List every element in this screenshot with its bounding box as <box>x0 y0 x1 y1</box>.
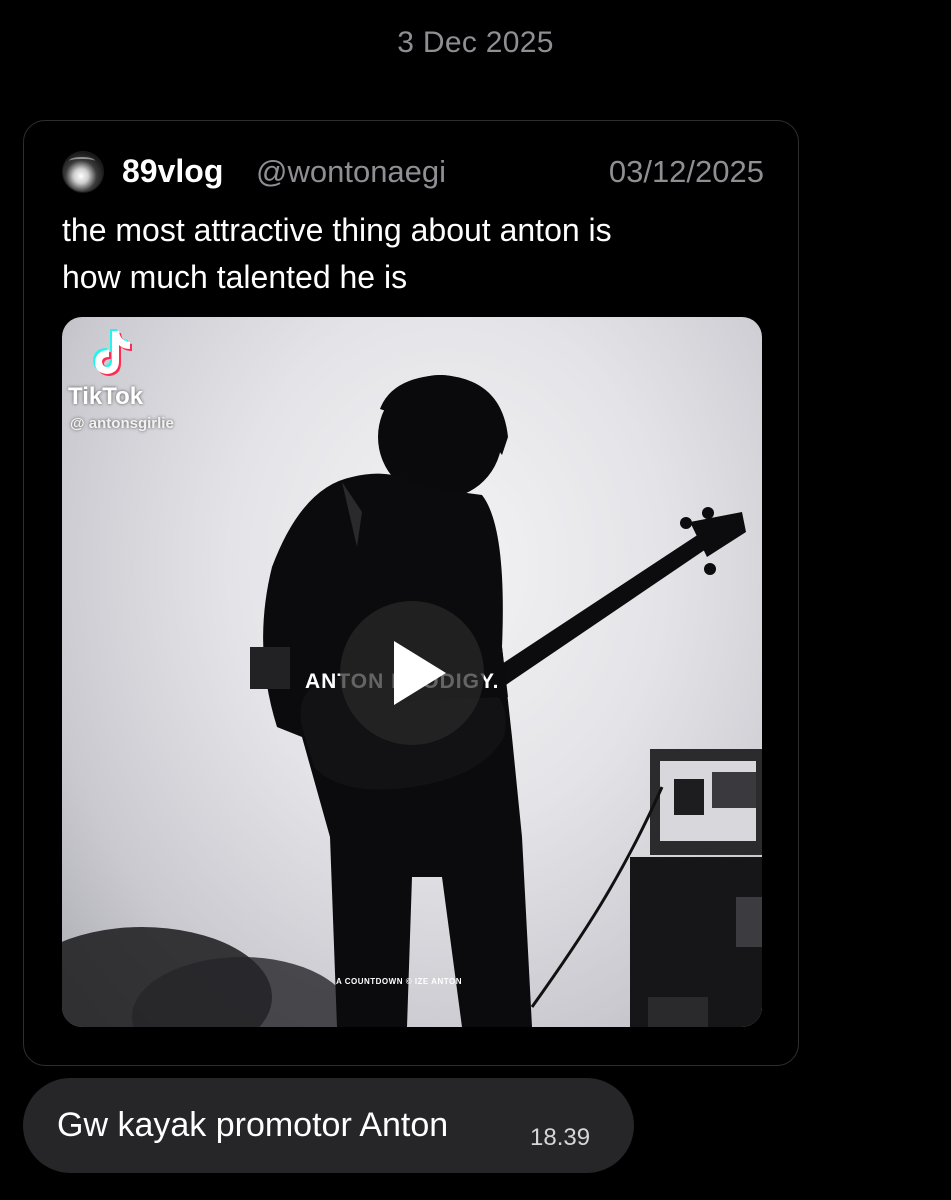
post-display-name[interactable]: 89vlog <box>122 153 223 190</box>
play-icon <box>394 641 446 705</box>
video-bottom-caption: A COUNTDOWN © IZE ANTON <box>336 977 462 986</box>
post-text: the most attractive thing about anton is… <box>62 207 762 301</box>
message-bubble[interactable]: Gw kayak promotor Anton 18.39 <box>23 1078 634 1173</box>
chat-screen: 3 Dec 2025 89vlog @wontonaegi 03/12/2025… <box>0 0 951 1200</box>
post-header: 89vlog @wontonaegi 03/12/2025 <box>62 151 764 195</box>
tiktok-logo-icon <box>93 329 132 376</box>
avatar[interactable] <box>62 151 104 193</box>
post-username[interactable]: @wontonaegi <box>256 154 446 190</box>
date-separator: 3 Dec 2025 <box>397 26 554 59</box>
tiktok-watermark-name: TikTok <box>68 383 144 410</box>
message-text: Gw kayak promotor Anton <box>57 1106 449 1144</box>
tiktok-watermark-handle: @ antonsgirlie <box>70 415 174 432</box>
post-text-line: the most attractive thing about anton is <box>62 212 612 248</box>
message-timestamp: 18.39 <box>530 1124 591 1151</box>
shared-post-card[interactable]: 89vlog @wontonaegi 03/12/2025 the most a… <box>23 120 799 1066</box>
post-date: 03/12/2025 <box>608 154 764 189</box>
avatar-scribble <box>69 157 95 165</box>
post-text-line: how much talented he is <box>62 259 408 295</box>
video-thumbnail[interactable]: TikTok @ antonsgirlie ANTON PRODIGY. A C… <box>62 317 762 1027</box>
play-button[interactable] <box>340 601 484 745</box>
